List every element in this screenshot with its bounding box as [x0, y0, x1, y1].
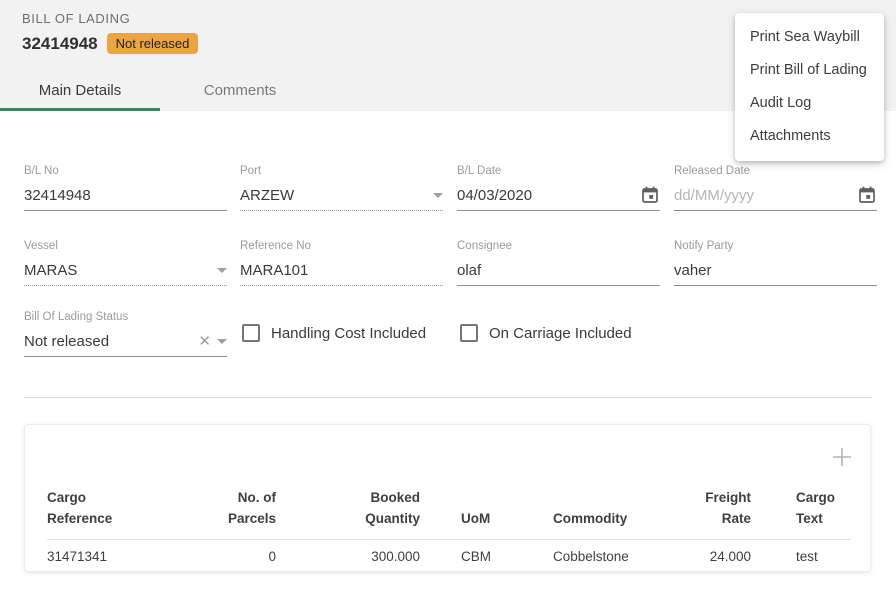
- cargo-table-header-row: Cargo ReferenceNo. of ParcelsBooked Quan…: [47, 487, 851, 540]
- released-date-label: Released Date: [674, 165, 877, 180]
- bl-date-label: B/L Date: [457, 165, 660, 180]
- handling-cost-checkbox[interactable]: [242, 324, 260, 342]
- released-date-field: Released Date: [674, 165, 877, 211]
- column-header: Freight Rate: [676, 487, 751, 540]
- on-carriage-checkbox-row[interactable]: On Carriage Included: [460, 324, 632, 342]
- calendar-icon[interactable]: [640, 185, 660, 205]
- notify-party-label: Notify Party: [674, 240, 877, 255]
- reference-no-field: Reference No: [240, 240, 443, 286]
- menu-item-print-bill-of-lading[interactable]: Print Bill of Lading: [735, 54, 884, 87]
- table-cell: 300.000: [276, 540, 420, 573]
- menu-item-print-sea-waybill[interactable]: Print Sea Waybill: [735, 21, 884, 54]
- chevron-down-icon[interactable]: [217, 268, 227, 273]
- on-carriage-checkbox[interactable]: [460, 324, 478, 342]
- bl-date-field: B/L Date: [457, 165, 660, 211]
- column-header: Cargo Text: [751, 487, 851, 540]
- on-carriage-label: On Carriage Included: [489, 325, 632, 342]
- tab-main-details[interactable]: Main Details: [0, 69, 160, 111]
- notify-party-input[interactable]: [674, 262, 877, 279]
- bl-no-input[interactable]: [24, 187, 227, 204]
- port-label: Port: [240, 165, 443, 180]
- column-header: UoM: [420, 487, 553, 540]
- bill-of-lading-page: BILL OF LADING 32414948 Not released Mai…: [0, 0, 896, 599]
- vessel-select[interactable]: [24, 262, 211, 279]
- bl-status-select[interactable]: [24, 333, 194, 350]
- status-badge: Not released: [107, 33, 199, 54]
- table-row[interactable]: 314713410300.000CBMCobbelstone24.000test: [47, 540, 851, 573]
- menu-item-attachments[interactable]: Attachments: [735, 120, 884, 153]
- bl-date-input[interactable]: [457, 187, 636, 204]
- handling-cost-checkbox-row[interactable]: Handling Cost Included: [242, 324, 426, 342]
- chevron-down-icon[interactable]: [217, 339, 227, 344]
- actions-dropdown-menu: Print Sea Waybill Print Bill of Lading A…: [735, 13, 884, 161]
- column-header: Booked Quantity: [276, 487, 420, 540]
- notify-party-field: Notify Party: [674, 240, 877, 286]
- handling-cost-label: Handling Cost Included: [271, 325, 426, 342]
- table-cell: 0: [197, 540, 276, 573]
- cargo-table-body: 314713410300.000CBMCobbelstone24.000test: [47, 540, 851, 573]
- cargo-card: Cargo ReferenceNo. of ParcelsBooked Quan…: [24, 424, 871, 572]
- page-title: BILL OF LADING: [22, 11, 130, 26]
- released-date-input[interactable]: [674, 187, 853, 204]
- table-cell: 24.000: [676, 540, 751, 573]
- consignee-label: Consignee: [457, 240, 660, 255]
- column-header: Commodity: [553, 487, 676, 540]
- column-header: Cargo Reference: [47, 487, 197, 540]
- port-select[interactable]: [240, 187, 427, 204]
- bl-status-label: Bill Of Lading Status: [24, 311, 227, 326]
- tab-comments[interactable]: Comments: [160, 69, 320, 111]
- document-number: 32414948: [22, 34, 98, 54]
- table-cell: CBM: [420, 540, 553, 573]
- vessel-field: Vessel: [24, 240, 227, 286]
- cargo-table: Cargo ReferenceNo. of ParcelsBooked Quan…: [47, 487, 851, 572]
- menu-item-audit-log[interactable]: Audit Log: [735, 87, 884, 120]
- reference-no-input[interactable]: [240, 262, 443, 279]
- clear-icon[interactable]: ✕: [198, 332, 211, 350]
- bl-no-label: B/L No: [24, 165, 227, 180]
- table-cell: 31471341: [47, 540, 197, 573]
- column-header: No. of Parcels: [197, 487, 276, 540]
- add-cargo-button[interactable]: [830, 445, 854, 469]
- section-divider: [24, 397, 872, 398]
- bl-no-field: B/L No: [24, 165, 227, 211]
- bl-status-field: Bill Of Lading Status ✕: [24, 311, 227, 357]
- vessel-label: Vessel: [24, 240, 227, 255]
- port-field: Port: [240, 165, 443, 211]
- consignee-input[interactable]: [457, 262, 660, 279]
- table-cell: test: [751, 540, 851, 573]
- chevron-down-icon[interactable]: [433, 193, 443, 198]
- document-number-row: 32414948 Not released: [22, 33, 198, 54]
- consignee-field: Consignee: [457, 240, 660, 286]
- calendar-icon[interactable]: [857, 185, 877, 205]
- table-cell: Cobbelstone: [553, 540, 676, 573]
- reference-no-label: Reference No: [240, 240, 443, 255]
